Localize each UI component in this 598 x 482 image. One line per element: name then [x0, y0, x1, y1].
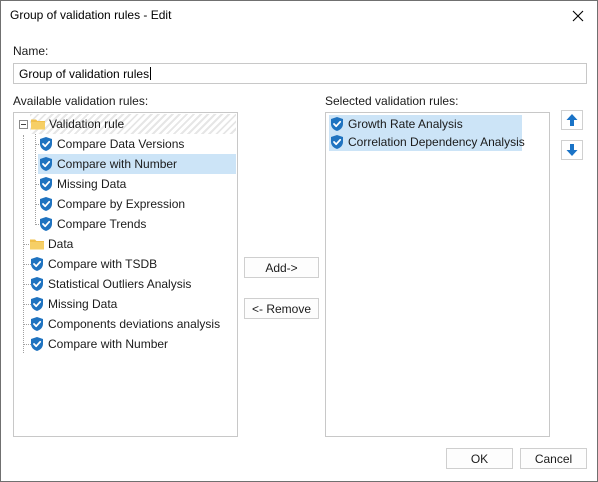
move-down-button[interactable]	[561, 140, 583, 160]
tree-item-label: Missing Data	[57, 177, 127, 191]
tree-item[interactable]: Statistical Outliers Analysis	[29, 274, 194, 294]
tree-group-data[interactable]: Data	[29, 234, 76, 254]
arrow-down-icon	[566, 144, 578, 156]
collapse-toggle[interactable]	[19, 120, 28, 129]
tree-item-label: Statistical Outliers Analysis	[48, 277, 192, 291]
available-rules-label: Available validation rules:	[13, 94, 149, 108]
list-item-label: Growth Rate Analysis	[348, 117, 463, 131]
shield-check-icon	[38, 196, 54, 212]
tree-group-validation-rule[interactable]: Validation rule	[30, 114, 236, 134]
tree-item[interactable]: Compare with TSDB	[29, 254, 160, 274]
list-item[interactable]: Correlation Dependency Analysis	[329, 133, 525, 151]
name-input-value: Group of validation rules	[19, 66, 150, 81]
tree-item[interactable]: Missing Data	[38, 174, 129, 194]
list-item-label: Correlation Dependency Analysis	[348, 135, 525, 149]
selected-rules-list[interactable]: Growth Rate Analysis Correlation Depende…	[325, 112, 550, 437]
close-icon	[572, 10, 584, 22]
close-button[interactable]	[567, 5, 589, 27]
shield-check-icon	[38, 136, 54, 152]
folder-icon	[29, 236, 45, 252]
tree-item-label: Compare with Number	[57, 157, 178, 171]
shield-check-icon	[29, 276, 45, 292]
tree-item-label: Compare Data Versions	[57, 137, 185, 151]
tree-item[interactable]: Components deviations analysis	[29, 314, 223, 334]
shield-check-icon	[38, 216, 54, 232]
tree-item-label: Compare Trends	[57, 217, 147, 231]
shield-check-icon	[38, 156, 54, 172]
name-label: Name:	[13, 44, 49, 58]
tree-item[interactable]: Compare Data Versions	[38, 134, 187, 154]
tree-item[interactable]: Compare by Expression	[38, 194, 188, 214]
remove-button[interactable]: <- Remove	[244, 298, 319, 319]
tree-item-selected[interactable]: Compare with Number	[38, 154, 236, 174]
tree-group-label: Data	[48, 237, 74, 251]
shield-check-icon	[329, 134, 345, 150]
selected-rules-label: Selected validation rules:	[325, 94, 459, 108]
shield-check-icon	[38, 176, 54, 192]
tree-item-label: Compare by Expression	[57, 197, 186, 211]
available-rules-tree[interactable]: Validation rule Compare Data Versions Co…	[13, 112, 238, 437]
move-up-button[interactable]	[561, 110, 583, 130]
shield-check-icon	[329, 116, 345, 132]
edit-dialog: Group of validation rules - Edit Name: G…	[0, 0, 598, 482]
ok-button[interactable]: OK	[446, 448, 513, 469]
tree-item[interactable]: Compare Trends	[38, 214, 149, 234]
tree-item-label: Compare with Number	[48, 337, 169, 351]
text-caret	[150, 67, 152, 80]
shield-check-icon	[29, 256, 45, 272]
list-item[interactable]: Growth Rate Analysis	[329, 115, 522, 133]
tree-item[interactable]: Missing Data	[29, 294, 120, 314]
dialog-title: Group of validation rules - Edit	[10, 8, 172, 22]
tree-line	[35, 133, 36, 225]
tree-item-label: Compare with TSDB	[48, 257, 158, 271]
tree-item[interactable]: Compare with Number	[29, 334, 171, 354]
cancel-button[interactable]: Cancel	[520, 448, 587, 469]
add-button[interactable]: Add->	[244, 257, 319, 278]
folder-icon	[30, 116, 46, 132]
tree-item-label: Components deviations analysis	[48, 317, 221, 331]
tree-group-label: Validation rule	[49, 117, 125, 131]
shield-check-icon	[29, 336, 45, 352]
shield-check-icon	[29, 316, 45, 332]
tree-item-label: Missing Data	[48, 297, 118, 311]
arrow-up-icon	[566, 114, 578, 126]
name-input[interactable]: Group of validation rules	[13, 63, 587, 84]
shield-check-icon	[29, 296, 45, 312]
